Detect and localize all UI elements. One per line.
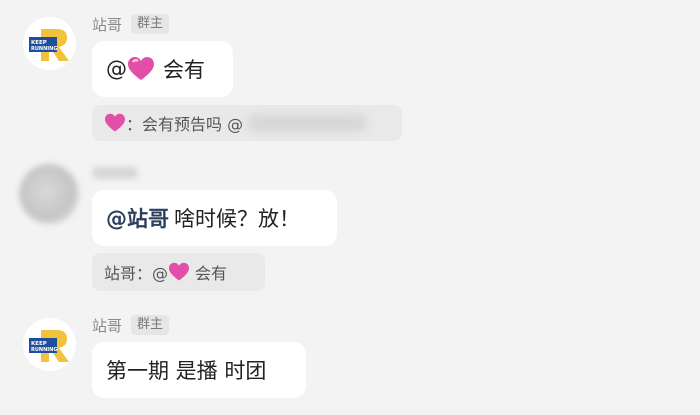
message-bubble[interactable]: @ 会有 <box>92 41 233 97</box>
owner-badge: 群主 <box>131 14 170 34</box>
quote-sender: 站哥：@ <box>104 264 169 283</box>
svg-text:RUNNING: RUNNING <box>31 46 57 52</box>
redacted-name <box>247 114 368 132</box>
mention-at: @ <box>106 57 127 81</box>
quoted-message[interactable]: ：会有预告吗 @ <box>92 105 402 141</box>
sender-name-row: 站哥 群主 <box>92 13 170 35</box>
message-bubble[interactable]: 第一期 是播 时团 <box>92 342 306 398</box>
keep-running-logo-icon: KEEP RUNNING <box>23 318 76 371</box>
heart-emoji-icon <box>104 113 126 133</box>
sender-avatar[interactable]: KEEP RUNNING <box>23 17 76 70</box>
message-text: 会有 <box>163 58 205 82</box>
sender-avatar[interactable]: KEEP RUNNING <box>23 318 76 371</box>
keep-running-logo-icon: KEEP RUNNING <box>23 17 76 70</box>
sender-name[interactable]: 站哥 <box>92 14 122 35</box>
svg-text:RUNNING: RUNNING <box>31 347 57 353</box>
quote-text: ：会有预告吗 @ <box>126 115 244 134</box>
heart-emoji-icon <box>127 56 155 82</box>
redacted-sender-name <box>92 167 138 179</box>
message-text: 啥时候？放！ <box>174 207 300 231</box>
owner-badge: 群主 <box>131 315 170 335</box>
sender-name-row: 站哥 群主 <box>92 314 170 336</box>
heart-emoji-icon <box>168 262 190 282</box>
message-bubble[interactable]: @站哥 啥时候？放！ <box>92 190 337 246</box>
mention-link[interactable]: @站哥 <box>106 203 169 233</box>
sender-name[interactable]: 站哥 <box>92 315 122 336</box>
message-text: 第一期 是播 时团 <box>106 359 267 383</box>
sender-avatar[interactable] <box>19 164 79 224</box>
quote-text: 会有 <box>195 264 228 283</box>
sender-name-row <box>92 162 138 184</box>
quoted-message[interactable]: 站哥：@ 会有 <box>92 253 265 291</box>
